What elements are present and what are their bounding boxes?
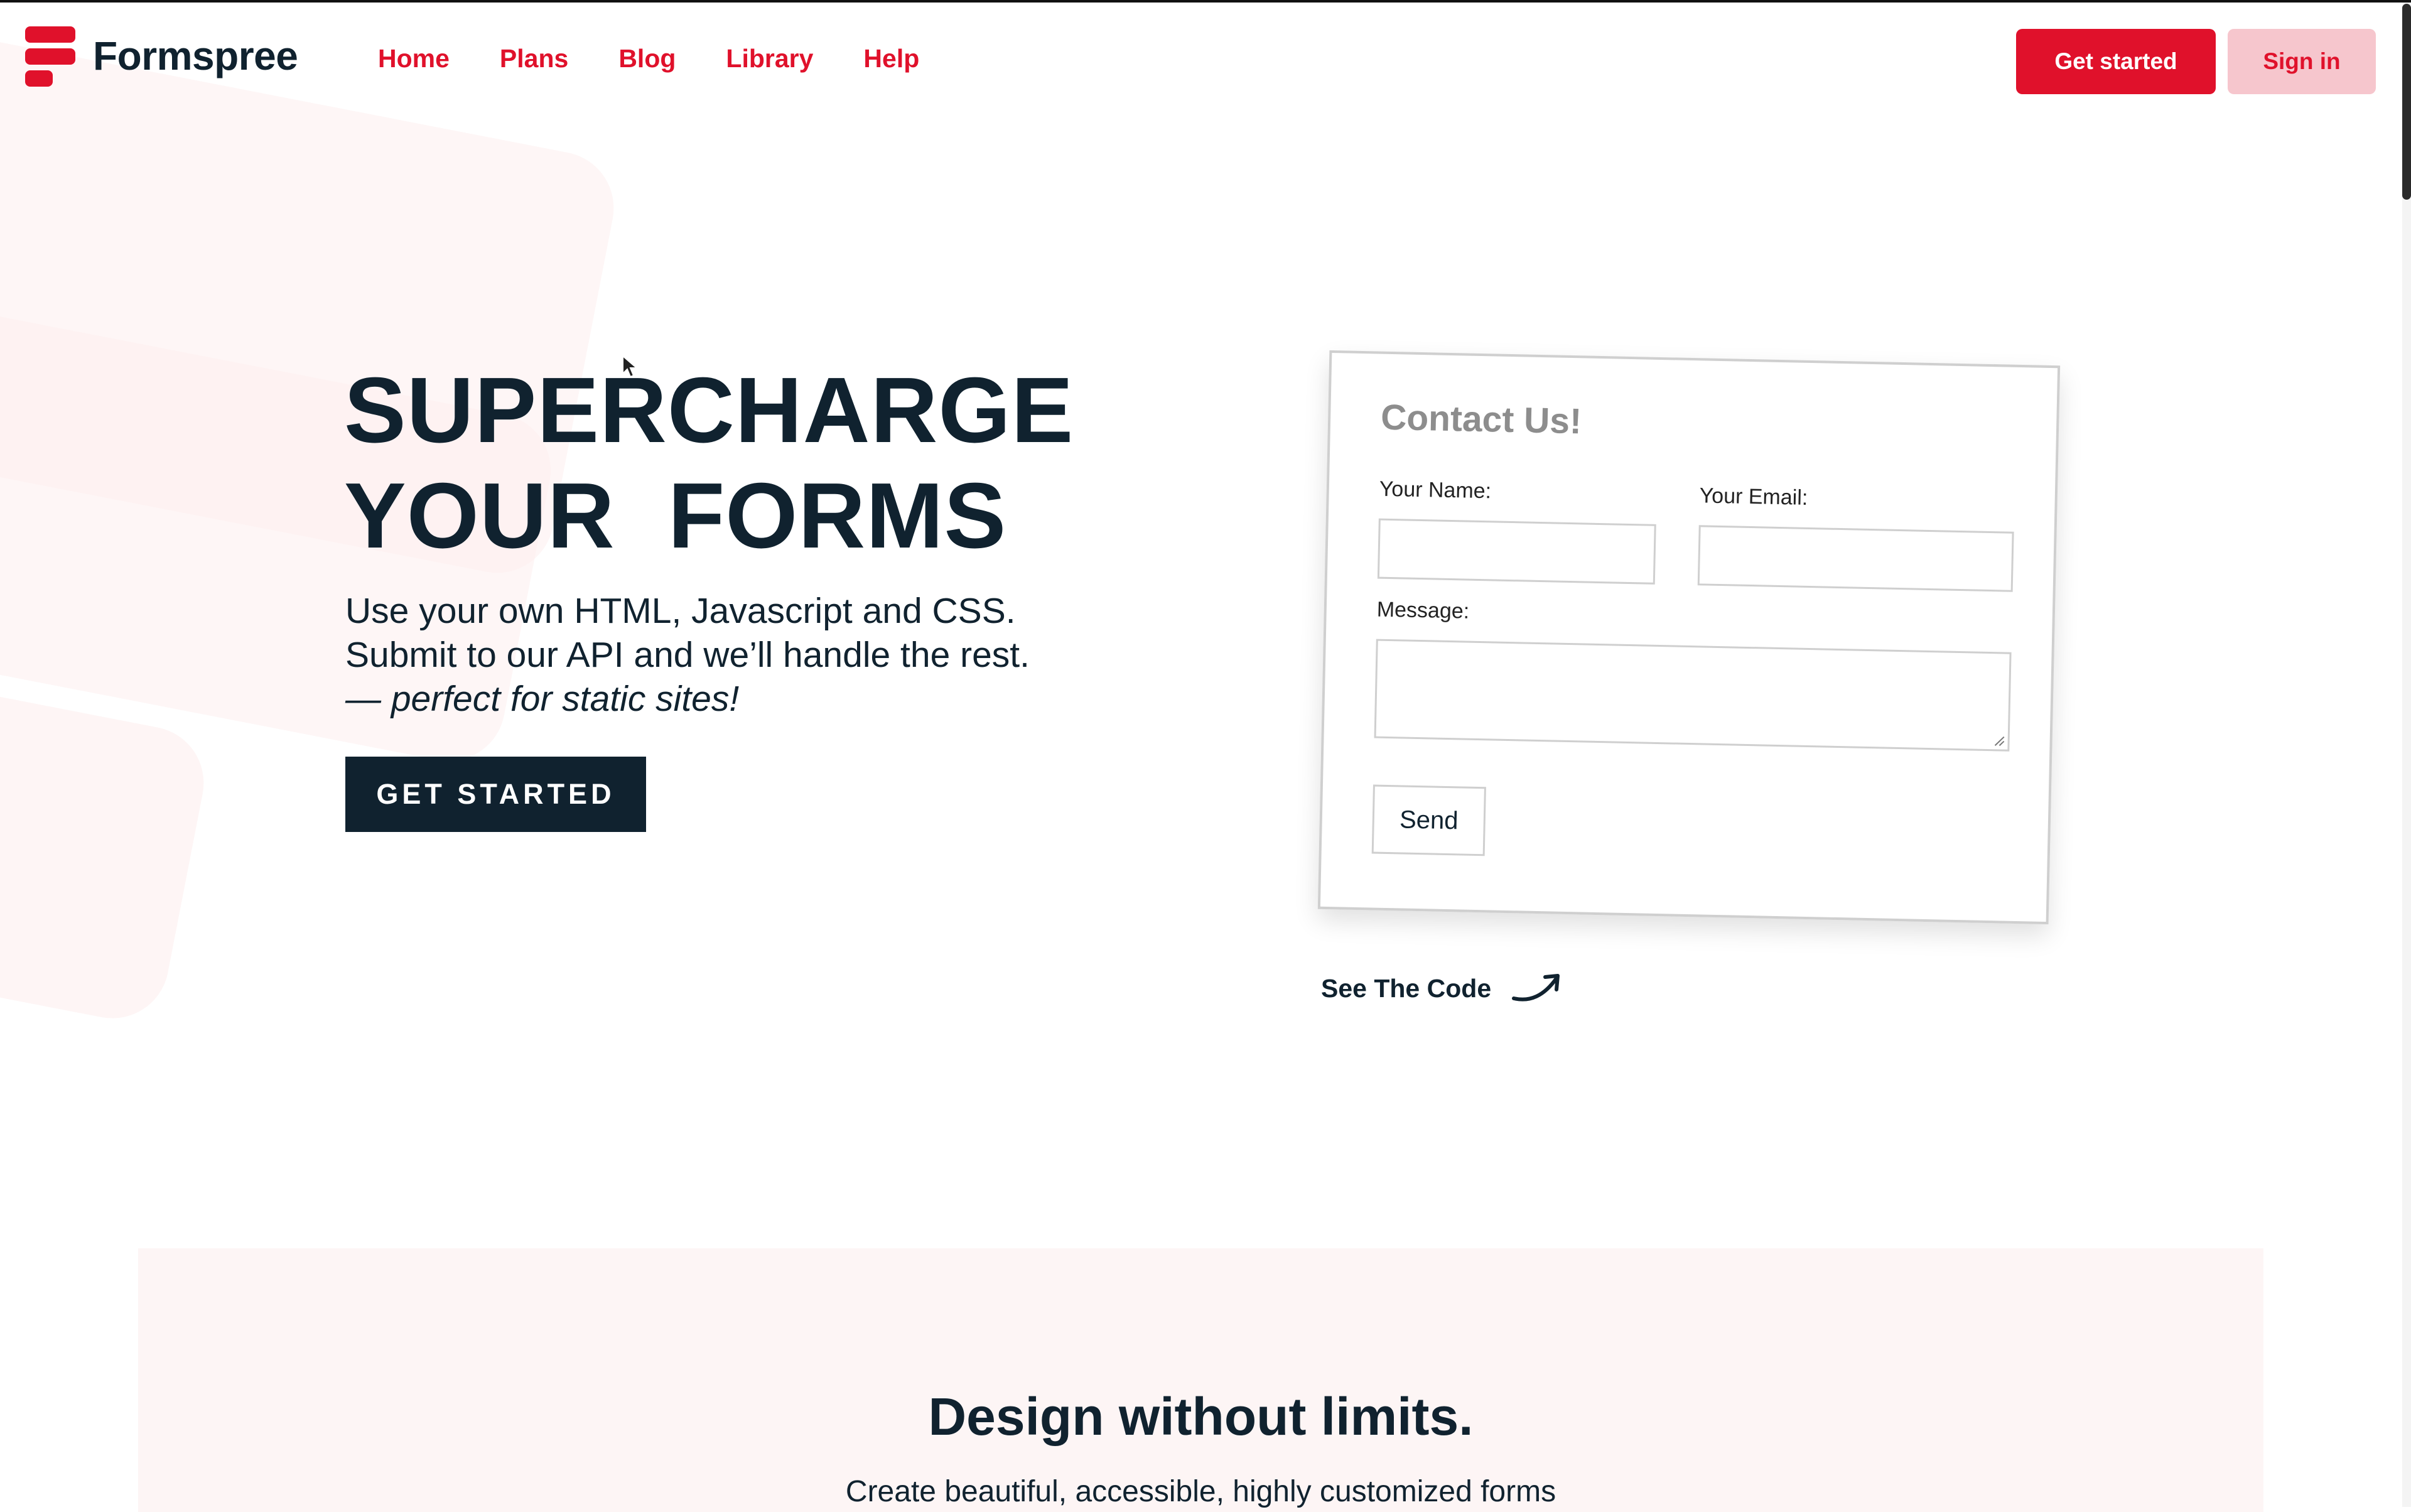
nav-plans[interactable]: Plans — [500, 44, 568, 73]
background-shape — [0, 673, 213, 1029]
curved-arrow-icon — [1512, 974, 1560, 1002]
resize-grip-icon[interactable] — [1990, 732, 2005, 747]
hero-title-line-2: YOUR FORMS — [344, 464, 1007, 568]
see-the-code-label: See The Code — [1321, 973, 1492, 1003]
mouse-pointer-icon — [622, 355, 638, 378]
contact-form-title: Contact Us! — [1380, 397, 1582, 442]
sign-in-button[interactable]: Sign in — [2228, 29, 2376, 94]
name-label: Your Name: — [1379, 477, 1492, 504]
page-scrollbar-track[interactable] — [2402, 3, 2411, 1507]
nav-help[interactable]: Help — [863, 44, 919, 73]
contact-form-card: Contact Us! Your Name: Your Email: Messa… — [1317, 350, 2061, 925]
nav-blog[interactable]: Blog — [618, 44, 676, 73]
design-section-title: Design without limits. — [928, 1387, 1474, 1446]
hero-title: SUPERCHARGE YOUR FORMS — [344, 358, 1074, 569]
name-input[interactable] — [1377, 518, 1656, 585]
message-textarea[interactable] — [1374, 639, 2012, 752]
nav-home[interactable]: Home — [378, 44, 450, 73]
hero-title-line-1: SUPERCHARGE — [344, 359, 1074, 462]
design-section: Design without limits. Create beautiful,… — [138, 1248, 2263, 1512]
hero-tagline: — perfect for static sites! — [345, 679, 740, 719]
design-section-subtitle: Create beautiful, accessible, highly cus… — [845, 1475, 1556, 1508]
formspree-logo-icon[interactable] — [25, 26, 78, 87]
hero-line-2: Submit to our API and we’ll handle the r… — [345, 635, 1030, 675]
nav-library[interactable]: Library — [726, 44, 813, 73]
send-button[interactable]: Send — [1371, 784, 1486, 856]
hero-get-started-button[interactable]: GET STARTED — [345, 757, 646, 832]
email-label: Your Email: — [1699, 483, 1808, 510]
brand-name[interactable]: Formspree — [93, 33, 298, 79]
hero-description: Use your own HTML, Javascript and CSS. S… — [345, 589, 1030, 721]
email-input[interactable] — [1697, 525, 2014, 592]
page-scrollbar-thumb[interactable] — [2402, 4, 2411, 200]
hero-line-1: Use your own HTML, Javascript and CSS. — [345, 591, 1016, 631]
get-started-button[interactable]: Get started — [2016, 29, 2216, 94]
site-header: Formspree Home Plans Blog Library Help G… — [0, 3, 2402, 122]
message-label: Message: — [1376, 597, 1470, 624]
main-nav: Home Plans Blog Library Help — [378, 44, 919, 73]
see-the-code-link[interactable]: See The Code — [1321, 971, 1564, 1006]
